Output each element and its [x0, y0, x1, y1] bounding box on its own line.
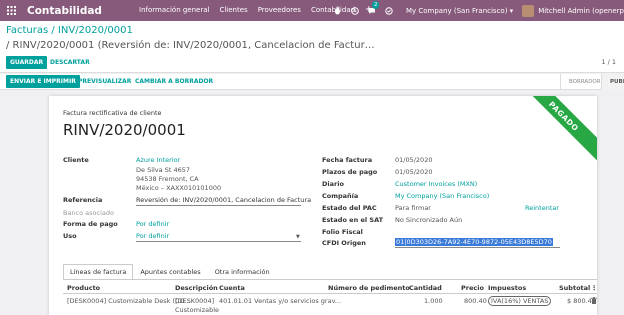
compania-label: Compañía	[322, 192, 359, 200]
pac-status: Para firmar	[395, 204, 431, 212]
breadcrumb-separator: /	[51, 25, 55, 36]
col-impuestos[interactable]: Impuestos	[488, 284, 526, 292]
menu-informacion-general[interactable]: Información general	[139, 6, 209, 15]
send-print-button[interactable]: ENVIAR E IMPRIMIR	[6, 75, 80, 88]
document-name: RINV/2020/0001	[63, 121, 186, 139]
col-cuenta[interactable]: Cuenta	[219, 284, 245, 292]
tabs-divider	[63, 279, 597, 280]
cfdi-label: CFDI Origen	[322, 239, 366, 247]
menu-clientes[interactable]: Clientes	[219, 6, 247, 15]
cliente-field[interactable]: Azure Interior	[136, 156, 180, 164]
compania-field[interactable]: My Company (San Francisco)	[395, 192, 489, 200]
diario-label: Diario	[322, 180, 344, 188]
bug-icon[interactable]	[334, 6, 342, 15]
caret-down-icon: ▾	[509, 6, 514, 15]
col-descripcion[interactable]: Descripción	[175, 284, 218, 292]
column-options-icon[interactable]: ⋮	[591, 284, 597, 292]
clock-icon[interactable]	[351, 6, 359, 15]
reset-to-draft-button[interactable]: CAMBIAR A BORRADOR	[131, 75, 217, 88]
breadcrumb-facturas[interactable]: Facturas	[6, 25, 48, 36]
breadcrumb-invoice[interactable]: INV/2020/0001	[58, 25, 133, 36]
company-switcher[interactable]: My Company (San Francisco) ▾	[406, 7, 513, 15]
uso-label: Uso	[63, 232, 77, 240]
col-precio[interactable]: Precio	[461, 284, 484, 292]
forma-pago-label: Forma de pago	[63, 220, 118, 228]
cell-descripcion[interactable]: [DESK0004]	[175, 297, 214, 305]
document-type: Factura rectificativa de cliente	[63, 109, 162, 117]
control-panel: Facturas / INV/2020/0001 / RINV/2020/000…	[0, 21, 624, 73]
sat-status: No Sincronizado Aún	[395, 216, 463, 224]
cell-precio[interactable]: 800.40	[464, 297, 487, 305]
fecha-label: Fecha factura	[322, 156, 373, 164]
address-line-1: De Silva St 4657	[136, 166, 190, 174]
activity-icon[interactable]	[385, 6, 393, 15]
breadcrumb: Facturas / INV/2020/0001	[6, 25, 133, 36]
stage-publicado[interactable]: PUBL	[601, 74, 624, 90]
cell-descripcion-line2: Customizable	[175, 306, 220, 314]
messages-count-badge: 2	[371, 0, 380, 9]
cell-cantidad[interactable]: 1.000	[424, 297, 443, 305]
tab-lineas-factura[interactable]: Líneas de factura	[63, 264, 134, 280]
cell-producto[interactable]: [DESK0004] Customizable Desk (CO...	[67, 297, 191, 305]
sat-label: Estado en el SAT	[322, 216, 384, 224]
user-menu[interactable]: Mitchell Admin (openerp	[522, 4, 624, 17]
folio-label: Folio Fiscal	[322, 228, 363, 236]
retry-button[interactable]: Reintentar	[525, 204, 559, 212]
referencia-underline	[136, 205, 301, 206]
address-line-3: México – XAXX010101000	[136, 184, 222, 192]
cfdi-selected-text: 01|0D303D26-7A92-4E70-9872-05E43D8E5D70	[395, 238, 553, 246]
notebook-tabs: Líneas de factura Apuntes contables Otra…	[63, 264, 277, 280]
save-button[interactable]: GUARDAR	[6, 56, 48, 69]
tab-apuntes-contables[interactable]: Apuntes contables	[133, 264, 207, 280]
app-title: Contabilidad	[27, 4, 102, 17]
delete-row-icon[interactable]	[591, 297, 597, 306]
table-row[interactable]: [DESK0004] Customizable Desk (CO... [DES…	[63, 294, 597, 315]
cfdi-underline	[395, 247, 560, 248]
user-name: Mitchell Admin (openerp	[538, 6, 624, 15]
referencia-label: Referencia	[63, 196, 103, 204]
top-navbar: Contabilidad Información general Cliente…	[0, 0, 624, 21]
form-sheet: PAGADO Factura rectificativa de cliente …	[49, 96, 597, 315]
avatar	[522, 4, 535, 17]
address-line-2: 94538 Fremont, CA	[136, 175, 199, 183]
referencia-input[interactable]: Reversión de: INV/2020/0001, Cancelacion…	[136, 196, 311, 204]
breadcrumb-current: / RINV/2020/0001 (Reversión de: INV/2020…	[6, 40, 375, 51]
uso-caret-icon[interactable]: ▼	[296, 234, 300, 240]
forma-pago-field[interactable]: Por definir	[136, 220, 169, 228]
col-cantidad[interactable]: Cantidad	[409, 284, 442, 292]
diario-field[interactable]: Customer Invoices (MXN)	[395, 180, 477, 188]
cfdi-input[interactable]: 01|0D303D26-7A92-4E70-9872-05E43D8E5D70	[395, 238, 553, 246]
plazos-label: Plazos de pago	[322, 168, 378, 176]
cliente-label: Cliente	[63, 156, 89, 164]
chat-icon[interactable]: 2	[368, 0, 380, 15]
table-header: Producto Descripción Cuenta Número de pe…	[63, 282, 597, 294]
banco-label: Banco asociado	[63, 209, 114, 217]
cell-impuestos[interactable]: IVA(16%) VENTAS	[488, 296, 552, 306]
apps-menu-icon[interactable]	[0, 0, 22, 21]
tab-otra-informacion[interactable]: Otra información	[208, 264, 277, 280]
discard-button[interactable]: DESCARTAR	[46, 56, 94, 69]
preview-button[interactable]: PREVISUALIZAR	[74, 75, 135, 88]
company-name: My Company (San Francisco)	[405, 6, 508, 15]
menu-proveedores[interactable]: Proveedores	[258, 6, 301, 15]
status-bar: ENVIAR E IMPRIMIR PREVISUALIZAR CAMBIAR …	[0, 74, 624, 90]
col-producto[interactable]: Producto	[67, 284, 100, 292]
fecha-field[interactable]: 01/05/2020	[395, 156, 432, 164]
col-pedimento[interactable]: Número de pedimento	[328, 284, 410, 292]
pager[interactable]: 1 / 1	[601, 58, 616, 66]
cell-cuenta[interactable]: 401.01.01 Ventas y/o servicios grav...	[219, 297, 341, 305]
paid-ribbon: PAGADO	[519, 96, 597, 161]
uso-select[interactable]: Por definir	[136, 232, 169, 240]
tax-tag: IVA(16%) VENTAS	[488, 296, 552, 306]
col-subtotal[interactable]: Subtotal	[559, 284, 590, 292]
uso-underline	[136, 241, 301, 242]
plazos-field[interactable]: 01/05/2020	[395, 168, 432, 176]
pac-label: Estado del PAC	[322, 204, 377, 212]
